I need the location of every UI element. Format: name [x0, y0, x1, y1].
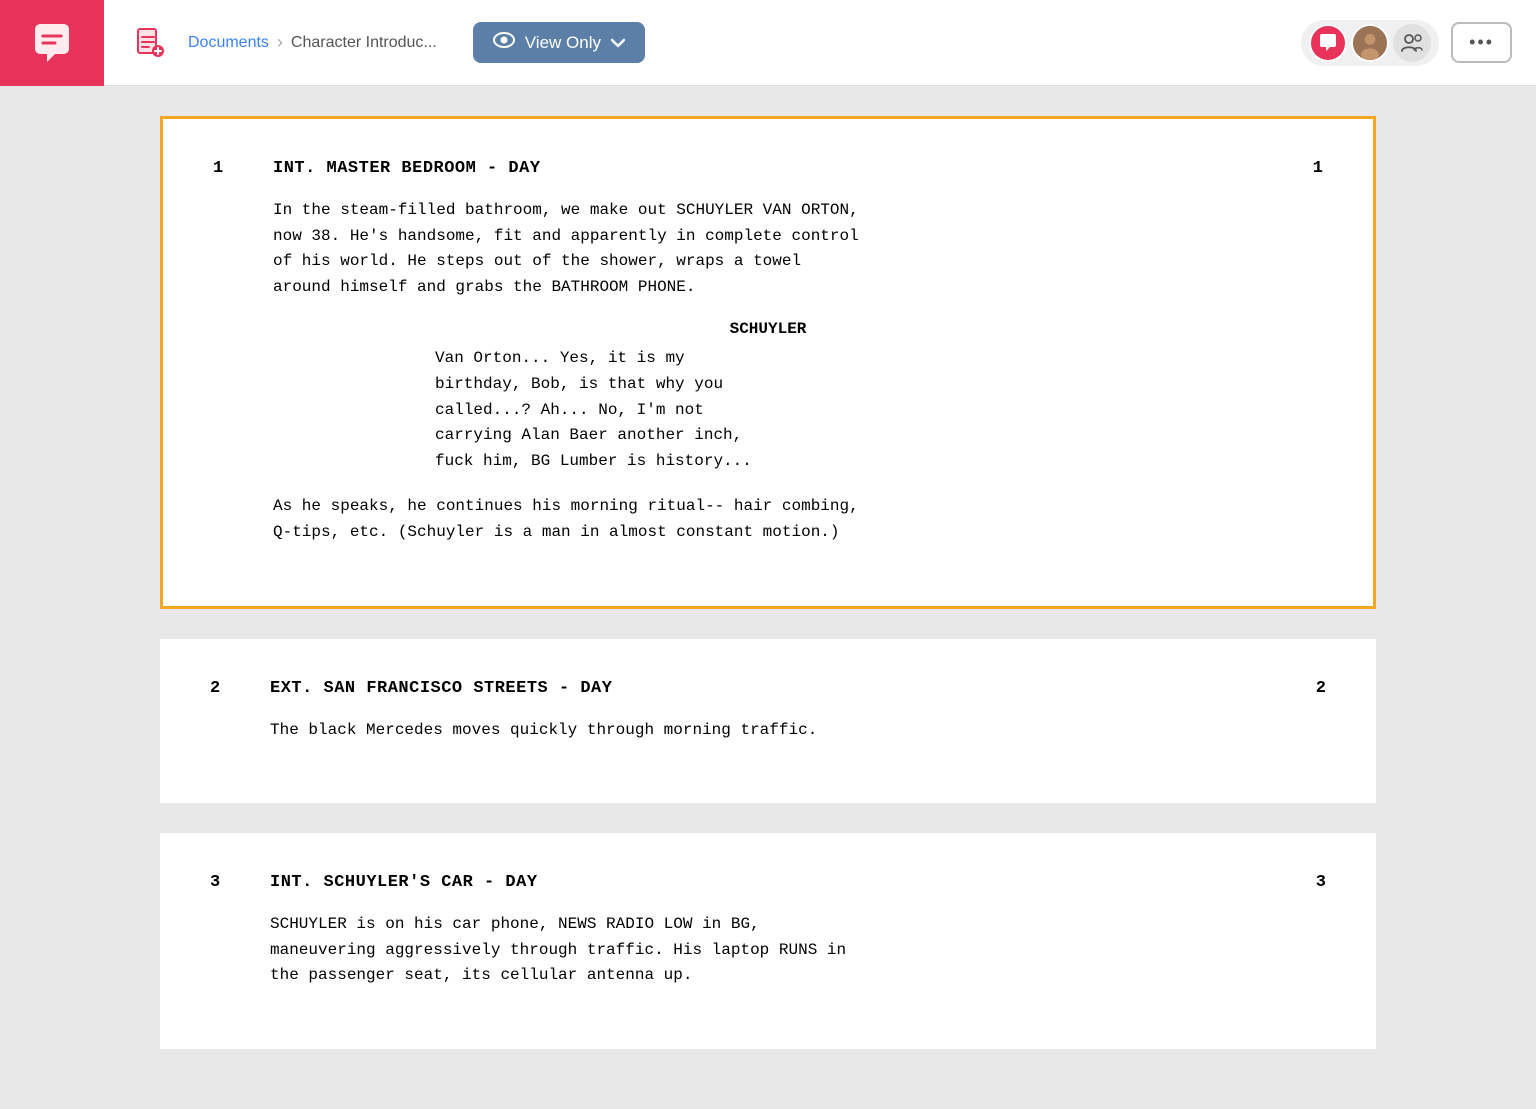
breadcrumb: Documents › Character Introduc...: [188, 32, 437, 53]
more-button[interactable]: •••: [1451, 22, 1512, 63]
scene-1-heading-line: 1 INT. MASTER BEDROOM - DAY 1: [213, 159, 1323, 178]
avatar-user: [1351, 24, 1389, 62]
scene-3-left: 3 INT. SCHUYLER'S CAR - DAY: [210, 873, 538, 892]
scene-1-action: In the steam-filled bathroom, we make ou…: [273, 198, 1323, 300]
scene-2: 2 EXT. SAN FRANCISCO STREETS - DAY 2 The…: [160, 639, 1376, 804]
scene-2-number-right: 2: [1316, 679, 1326, 698]
scene-3-number: 3: [210, 873, 240, 892]
view-only-button[interactable]: View Only: [473, 22, 645, 63]
scene-1: 1 INT. MASTER BEDROOM - DAY 1 In the ste…: [160, 116, 1376, 609]
topbar: Documents › Character Introduc... View O…: [0, 0, 1536, 86]
scene-3-action: SCHUYLER is on his car phone, NEWS RADIO…: [270, 912, 1326, 989]
topbar-inner: Documents › Character Introduc... View O…: [104, 21, 1301, 65]
scene-1-character: SCHUYLER: [213, 320, 1323, 338]
scene-1-number-right: 1: [1313, 159, 1323, 178]
main-content: 1 INT. MASTER BEDROOM - DAY 1 In the ste…: [0, 86, 1536, 1109]
scene-2-heading-line: 2 EXT. SAN FRANCISCO STREETS - DAY 2: [210, 679, 1326, 698]
scene-3-heading: INT. SCHUYLER'S CAR - DAY: [270, 873, 538, 892]
scene-1-number: 1: [213, 159, 243, 178]
scene-3-heading-line: 3 INT. SCHUYLER'S CAR - DAY 3: [210, 873, 1326, 892]
scene-2-number: 2: [210, 679, 240, 698]
breadcrumb-home[interactable]: Documents: [188, 34, 269, 52]
scene-1-left: 1 INT. MASTER BEDROOM - DAY: [213, 159, 541, 178]
breadcrumb-separator: ›: [277, 32, 283, 53]
scene-2-heading: EXT. SAN FRANCISCO STREETS - DAY: [270, 679, 612, 698]
topbar-right: •••: [1301, 20, 1536, 66]
scene-1-action2: As he speaks, he continues his morning r…: [273, 494, 1323, 545]
eye-icon: [493, 32, 515, 53]
scene-1-dialogue: Van Orton... Yes, it is my birthday, Bob…: [435, 346, 1101, 474]
scene-1-heading: INT. MASTER BEDROOM - DAY: [273, 159, 541, 178]
scene-2-action: The black Mercedes moves quickly through…: [270, 718, 1326, 744]
app-logo: [0, 0, 104, 86]
avatar-group: [1301, 20, 1439, 66]
chevron-down-icon: [611, 33, 625, 53]
people-icon-button[interactable]: [1393, 24, 1431, 62]
scene-3-number-right: 3: [1316, 873, 1326, 892]
document-icon-button[interactable]: [128, 21, 172, 65]
view-only-label: View Only: [525, 33, 601, 53]
avatar-chat: [1309, 24, 1347, 62]
scene-2-left: 2 EXT. SAN FRANCISCO STREETS - DAY: [210, 679, 612, 698]
scene-3: 3 INT. SCHUYLER'S CAR - DAY 3 SCHUYLER i…: [160, 833, 1376, 1049]
breadcrumb-current: Character Introduc...: [291, 34, 437, 52]
